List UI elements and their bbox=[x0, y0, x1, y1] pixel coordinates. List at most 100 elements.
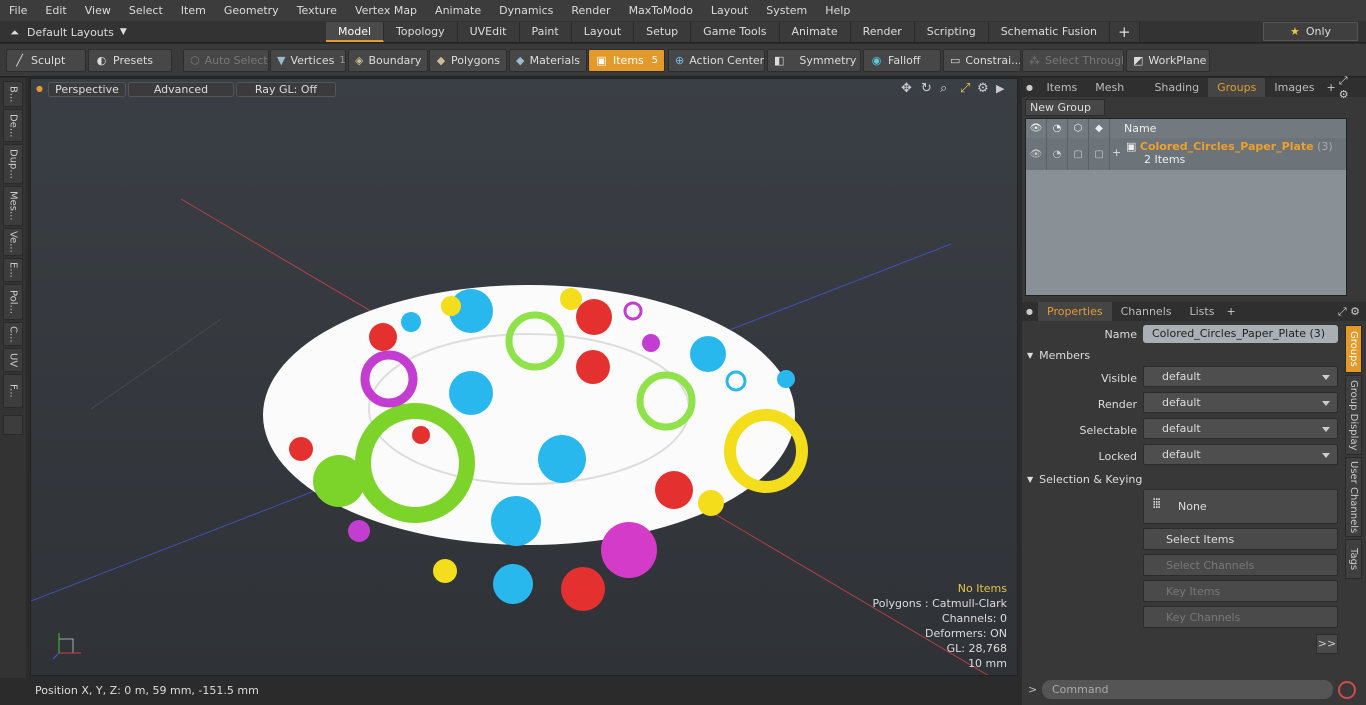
select-checkbox[interactable]: ▢ bbox=[1089, 138, 1110, 170]
members-section[interactable]: ▼ Members bbox=[1027, 348, 1347, 363]
left-tab-polygon[interactable]: Pol... bbox=[3, 284, 23, 320]
tab-animate[interactable]: Animate bbox=[779, 22, 851, 42]
tab-uvedit[interactable]: UVEdit bbox=[457, 22, 520, 42]
group-name-field[interactable]: Colored_Circles_Paper_Plate (3) bbox=[1143, 325, 1338, 343]
tab-lists[interactable]: Lists bbox=[1181, 302, 1224, 321]
menu-texture[interactable]: Texture bbox=[288, 4, 346, 17]
left-tab-fusion[interactable]: F... bbox=[3, 374, 23, 408]
side-tab-user-channels[interactable]: User Channels bbox=[1345, 457, 1362, 537]
tab-items[interactable]: Items bbox=[1038, 78, 1087, 97]
lock-col-icon[interactable]: ⬡ bbox=[1068, 119, 1089, 138]
left-tab-edge[interactable]: E... bbox=[3, 258, 23, 282]
lock-checkbox[interactable]: ▢ bbox=[1068, 138, 1089, 170]
locked-dropdown[interactable]: default bbox=[1143, 444, 1338, 465]
render-toggle-icon[interactable]: ◔ bbox=[1047, 138, 1068, 170]
tab-render[interactable]: Render bbox=[850, 22, 915, 42]
render-dropdown[interactable]: default bbox=[1143, 392, 1338, 413]
eye-icon[interactable]: 👁 bbox=[1026, 138, 1047, 170]
tab-mesh[interactable]: Mesh ... bbox=[1086, 78, 1145, 113]
menu-view[interactable]: View bbox=[76, 4, 120, 17]
panel-expand-icon[interactable]: ⤢ ⚙ bbox=[1339, 74, 1366, 101]
default-layouts-dropdown[interactable]: ⏶ Default Layouts ▼ bbox=[0, 21, 127, 43]
tab-layout[interactable]: Layout bbox=[571, 22, 635, 42]
left-tab-vertex[interactable]: Ve... bbox=[3, 228, 23, 256]
tab-groups[interactable]: Groups bbox=[1208, 78, 1266, 97]
tab-images[interactable]: Images bbox=[1265, 78, 1323, 97]
presets-button[interactable]: ◐ Presets bbox=[88, 49, 172, 72]
left-tab-basic[interactable]: B... bbox=[3, 81, 23, 107]
left-tab-duplicate[interactable]: Dup... bbox=[3, 144, 23, 184]
left-tab-expand[interactable] bbox=[3, 415, 23, 435]
none-button[interactable]: ⁞⁞⁞ None bbox=[1143, 489, 1338, 524]
tab-shading[interactable]: Shading bbox=[1145, 78, 1208, 97]
expand-plus-icon[interactable]: + bbox=[1112, 146, 1121, 159]
panel-expand-icon-2[interactable]: ⤢ ⚙ bbox=[1338, 305, 1366, 319]
select-items-button[interactable]: Select Items bbox=[1143, 528, 1338, 550]
materials-button[interactable]: ◆ Materials bbox=[509, 49, 587, 72]
falloff-button[interactable]: ◉ Falloff bbox=[863, 49, 941, 72]
selection-keying-section[interactable]: ▼ Selection & Keying bbox=[1027, 472, 1347, 487]
add-tab-button[interactable]: + bbox=[1110, 22, 1140, 42]
menu-layout[interactable]: Layout bbox=[702, 4, 757, 17]
tab-channels[interactable]: Channels bbox=[1112, 302, 1181, 321]
workplane-button[interactable]: ◩ WorkPlane bbox=[1126, 49, 1210, 72]
tab-properties[interactable]: Properties bbox=[1038, 302, 1112, 321]
tab-paint[interactable]: Paint bbox=[519, 22, 572, 42]
menu-dynamics[interactable]: Dynamics bbox=[490, 4, 562, 17]
panel-menu-icon-2[interactable]: ● bbox=[1022, 307, 1038, 316]
key-items-button[interactable]: Key Items bbox=[1143, 580, 1338, 602]
menu-file[interactable]: File bbox=[0, 4, 36, 17]
menu-render[interactable]: Render bbox=[562, 4, 619, 17]
menu-geometry[interactable]: Geometry bbox=[215, 4, 288, 17]
key-channels-button[interactable]: Key Channels bbox=[1143, 606, 1338, 628]
render-col-icon[interactable]: ◔ bbox=[1047, 119, 1068, 138]
items-button[interactable]: ▣ Items 5 bbox=[588, 49, 665, 72]
menu-help[interactable]: Help bbox=[816, 4, 859, 17]
3d-viewport[interactable]: ● Perspective Advanced Ray GL: Off ✥ ↻ ⌕… bbox=[30, 78, 1018, 676]
left-tab-deform[interactable]: De... bbox=[3, 109, 23, 142]
tab-schematic-fusion[interactable]: Schematic Fusion bbox=[988, 22, 1111, 42]
visible-dropdown[interactable]: default bbox=[1143, 366, 1338, 387]
tab-model[interactable]: Model bbox=[326, 22, 385, 42]
tab-topology[interactable]: Topology bbox=[384, 22, 458, 42]
menu-system[interactable]: System bbox=[757, 4, 816, 17]
select-through-button[interactable]: ⁂ Select Through bbox=[1022, 49, 1124, 72]
menu-item[interactable]: Item bbox=[172, 4, 215, 17]
tab-game-tools[interactable]: Game Tools bbox=[691, 22, 780, 42]
add-panel-tab-icon[interactable]: + bbox=[1324, 81, 1339, 94]
left-tab-mesh-edit[interactable]: Mes... bbox=[3, 186, 23, 226]
menu-vertex-map[interactable]: Vertex Map bbox=[346, 4, 426, 17]
side-tab-tags[interactable]: Tags bbox=[1345, 539, 1362, 579]
only-button[interactable]: ★ Only bbox=[1263, 22, 1358, 41]
command-input[interactable]: Command bbox=[1042, 680, 1333, 699]
auto-select-button[interactable]: ⬡ Auto Select bbox=[183, 49, 269, 72]
panel-menu-icon[interactable]: ● bbox=[1022, 83, 1038, 92]
constraints-label: Constrai... bbox=[965, 54, 1021, 67]
new-group-button[interactable]: New Group bbox=[1025, 99, 1105, 116]
tab-setup[interactable]: Setup bbox=[634, 22, 692, 42]
side-tab-groups[interactable]: Groups bbox=[1345, 325, 1362, 373]
visibility-col-icon[interactable]: 👁 bbox=[1026, 119, 1047, 138]
menu-select[interactable]: Select bbox=[120, 4, 172, 17]
record-icon[interactable] bbox=[1338, 681, 1356, 699]
action-center-button[interactable]: ⊕ Action Center bbox=[668, 49, 765, 72]
vertices-button[interactable]: ▼ Vertices 1 bbox=[270, 49, 346, 72]
left-tab-uv[interactable]: UV bbox=[3, 348, 23, 372]
boundary-button[interactable]: ◈ Boundary bbox=[348, 49, 428, 72]
add-bottom-tab-icon[interactable]: + bbox=[1223, 305, 1238, 318]
more-button[interactable]: >> bbox=[1316, 634, 1338, 654]
menu-edit[interactable]: Edit bbox=[36, 4, 75, 17]
side-tab-group-display[interactable]: Group Display bbox=[1345, 375, 1362, 455]
select-channels-button[interactable]: Select Channels bbox=[1143, 554, 1338, 576]
group-row[interactable]: 👁 ◔ ▢ ▢ + ▣ Colored_Circles_Paper_Plate … bbox=[1026, 138, 1346, 170]
selectable-dropdown[interactable]: default bbox=[1143, 418, 1338, 439]
left-tab-curve[interactable]: C... bbox=[3, 322, 23, 346]
tab-scripting[interactable]: Scripting bbox=[914, 22, 989, 42]
menu-animate[interactable]: Animate bbox=[426, 4, 490, 17]
constraints-button[interactable]: ▭ Constrai... bbox=[943, 49, 1021, 72]
select-col-icon[interactable]: ◆ bbox=[1089, 119, 1110, 138]
sculpt-button[interactable]: ╱ Sculpt bbox=[6, 49, 86, 72]
symmetry-button[interactable]: ◧ Symmetry bbox=[767, 49, 861, 72]
polygons-button[interactable]: ◆ Polygons bbox=[429, 49, 507, 72]
menu-maxtomodo[interactable]: MaxToModo bbox=[620, 4, 702, 17]
